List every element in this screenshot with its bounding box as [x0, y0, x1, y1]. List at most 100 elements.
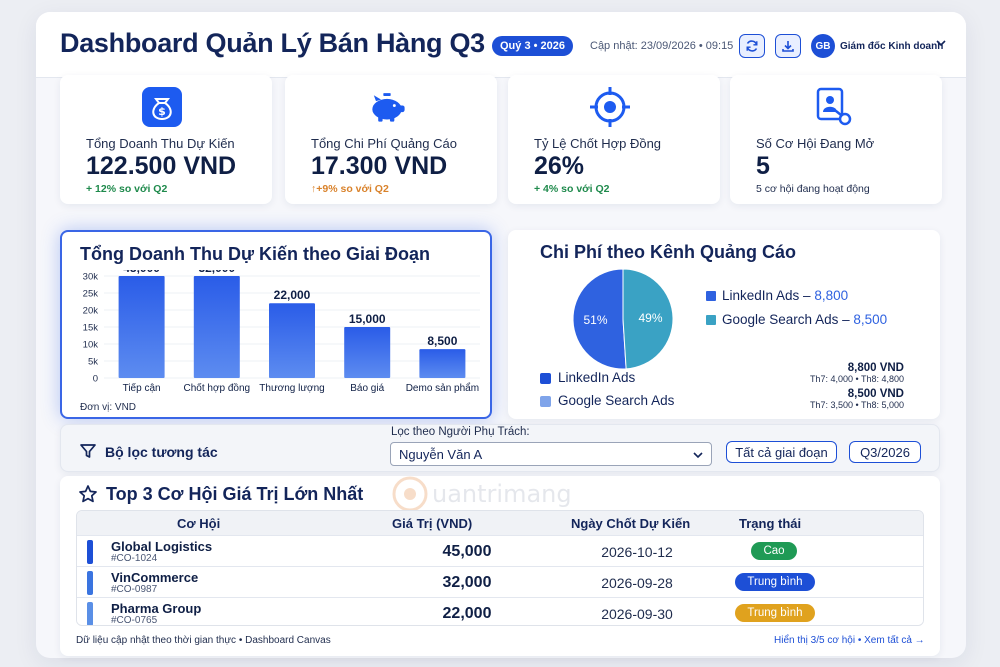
bar-value-label: 22,000: [274, 288, 311, 302]
table-title: Top 3 Cơ Hội Giá Trị Lớn Nhất: [106, 484, 364, 504]
kpi-card-revenue: $ Tổng Doanh Thu Dự Kiến 122.500 VND + 1…: [60, 75, 272, 204]
x-tick-label: Chốt hợp đồng: [183, 382, 250, 394]
summary-detail: Th7: 4,000 • Th8: 4,800: [809, 374, 904, 384]
kpi-value: 5: [756, 152, 770, 180]
footer-note: Dữ liệu cập nhật theo thời gian thực • D…: [76, 635, 331, 646]
period-button[interactable]: Q3/2026: [849, 441, 921, 463]
bar-chart: 30k 25k 20k 15k 10k 5k 0 45,000 Tiếp cận 32,000 Ch…: [83, 270, 480, 394]
legend-bottom-google: Google Search Ads: [558, 393, 675, 408]
bar[interactable]: [419, 349, 466, 378]
y-tick-label: 25k: [83, 289, 99, 300]
row-indicator: [87, 540, 93, 564]
column-header: Ngày Chốt Dự Kiến: [571, 516, 691, 531]
owner-select[interactable]: Nguyễn Văn A: [390, 442, 712, 466]
summary-value: 8,500 VND: [847, 388, 904, 400]
all-stages-button[interactable]: Tất cả giai đoạn: [726, 441, 837, 463]
kpi-label: Số Cơ Hội Đang Mở: [756, 136, 875, 151]
status-badge: Trung bình: [735, 604, 815, 622]
bar-value-label: 45,000: [123, 270, 160, 275]
kpi-label: Tổng Chi Phí Quảng Cáo: [311, 136, 457, 151]
bar[interactable]: [193, 276, 240, 378]
x-tick-label: Thương lượng: [259, 383, 324, 394]
kpi-card-close-rate: Tỷ Lệ Chốt Hợp Đồng 26% + 4% so với Q2: [508, 75, 720, 204]
quarter-badge: Quý 3 • 2026: [492, 36, 574, 56]
row-indicator: [87, 602, 93, 625]
unit-note: Đơn vị: VND: [80, 402, 137, 413]
svg-text:$: $: [158, 105, 166, 118]
kpi-note: 5 cơ hội đang hoạt động: [756, 183, 870, 195]
svg-text:uantrimang: uantrimang: [432, 480, 572, 508]
status-badge: Trung bình: [735, 573, 815, 591]
y-tick-label: 0: [93, 374, 98, 385]
y-tick-label: 15k: [83, 323, 99, 334]
kpi-value: 17.300 VND: [311, 152, 448, 180]
pie-chart-title: Chi Phí theo Kênh Quảng Cáo: [540, 242, 796, 262]
bar[interactable]: [344, 327, 391, 378]
x-tick-label: Tiếp cận: [123, 382, 161, 394]
opportunity-value: 45,000: [442, 543, 492, 560]
refresh-button[interactable]: [739, 34, 765, 58]
opportunity-name: Global Logistics: [111, 539, 213, 554]
bar[interactable]: [269, 303, 315, 378]
kpi-delta: + 4% so với Q2: [534, 183, 610, 195]
table-row[interactable]: VinCommerce #CO-0987 32,000 2026-09-28 T…: [77, 566, 923, 597]
pie-slice-label: 49%: [638, 311, 662, 325]
opportunity-value: 32,000: [442, 574, 492, 591]
table-row[interactable]: Pharma Group #CO-0765 22,000 2026-09-30 …: [77, 597, 923, 626]
ad-cost-by-channel-card: Chi Phí theo Kênh Quảng Cáo 51% 49% Linke…: [508, 230, 940, 419]
kpi-delta: + 12% so với Q2: [86, 183, 168, 195]
chevron-down-icon: [693, 452, 703, 459]
summary-detail: Th7: 3,500 • Th8: 5,000: [809, 400, 904, 410]
y-tick-label: 30k: [83, 272, 99, 283]
revenue-by-stage-card[interactable]: Tổng Doanh Thu Dự Kiến theo Giai Đoạn 30…: [60, 230, 492, 419]
close-date: 2026-09-30: [601, 606, 673, 622]
download-icon: [782, 41, 794, 52]
filter-title: Bộ lọc tương tác: [105, 444, 218, 460]
close-date: 2026-10-12: [601, 544, 673, 560]
x-tick-label: Demo sản phẩm: [406, 382, 479, 394]
chevron-down-icon[interactable]: [936, 39, 946, 47]
target-icon: [588, 85, 632, 129]
refresh-icon: [746, 40, 758, 52]
filter-icon: [80, 444, 96, 458]
channel-summary-google: 8,500 VND Th7: 3,500 • Th8: 5,000: [810, 388, 904, 410]
money-bag-icon: $: [140, 85, 184, 129]
opportunity-code: #CO-1024: [111, 553, 158, 564]
legend-swatch-linkedin: [706, 291, 716, 301]
kpi-value: 122.500 VND: [86, 152, 237, 180]
column-header: Trạng thái: [739, 516, 802, 531]
legend-bottom-linkedin: LinkedIn Ads: [558, 370, 636, 385]
bar-value-label: 8,500: [427, 334, 457, 348]
opportunity-name: Pharma Group: [111, 601, 202, 616]
bar-value-label: 32,000: [198, 270, 235, 275]
user-role[interactable]: Giám đốc Kinh doanh: [840, 41, 943, 52]
x-tick-label: Báo giá: [350, 383, 384, 394]
download-button[interactable]: [775, 34, 801, 58]
piggy-bank-icon: [365, 85, 409, 129]
page-title: Dashboard Quản Lý Bán Hàng Q3: [60, 28, 485, 58]
avatar[interactable]: GB: [811, 34, 835, 58]
legend-swatch-google: [706, 315, 716, 325]
bar-value-label: 15,000: [349, 312, 386, 326]
pie-chart: 51% 49%: [572, 268, 674, 370]
bar-chart-title: Tổng Doanh Thu Dự Kiến theo Giai Đoạn: [80, 244, 431, 264]
view-all-link[interactable]: Hiển thị 3/5 cơ hội • Xem tất cả →: [774, 635, 925, 646]
kpi-card-open-opportunities: Số Cơ Hội Đang Mở 5 5 cơ hội đang hoạt đ…: [730, 75, 942, 204]
bar[interactable]: [118, 276, 165, 378]
pie-slice-label: 51%: [583, 313, 607, 327]
contact-card-icon: [810, 85, 854, 129]
kpi-label: Tỷ Lệ Chốt Hợp Đồng: [534, 136, 662, 151]
legend-right-linkedin: LinkedIn Ads – 8,800: [722, 288, 849, 303]
owner-filter-label: Lọc theo Người Phụ Trách:: [391, 426, 530, 438]
opportunity-code: #CO-0765: [111, 615, 158, 626]
table-row[interactable]: Global Logistics #CO-1024 45,000 2026-10…: [77, 535, 923, 566]
updated-timestamp: Cập nhật: 23/09/2026 • 09:15: [590, 40, 734, 52]
opportunity-name: VinCommerce: [111, 570, 199, 585]
kpi-value: 26%: [534, 152, 585, 180]
kpi-delta: ↑+9% so với Q2: [311, 183, 389, 195]
channel-summary-linkedin: 8,800 VND Th7: 4,000 • Th8: 4,800: [810, 362, 904, 384]
star-icon: [79, 485, 97, 503]
y-tick-label: 20k: [83, 306, 99, 317]
summary-value: 8,800 VND: [847, 362, 904, 374]
top-bar: Dashboard Quản Lý Bán Hàng Q3 Quý 3 • 20…: [36, 12, 966, 78]
